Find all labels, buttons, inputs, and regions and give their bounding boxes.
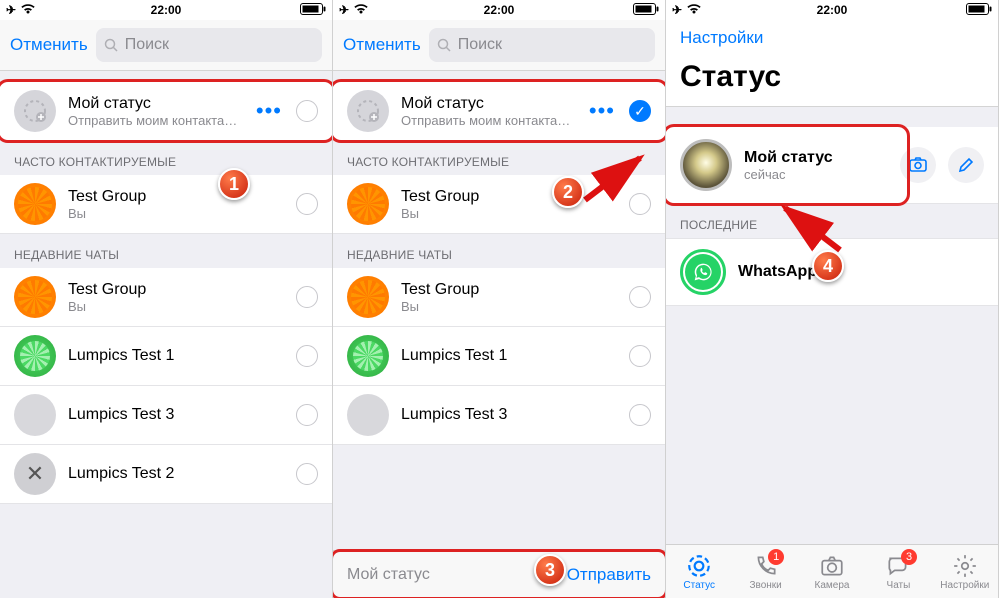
wifi-icon (686, 3, 702, 18)
edit-button[interactable] (948, 147, 984, 183)
panel-share-unselected: ✈ 22:00 Отменить Поиск Мой статус Отправ… (0, 0, 333, 598)
cancel-button[interactable]: Отменить (10, 35, 88, 55)
avatar (14, 394, 56, 436)
footer-label: Мой статус (347, 566, 430, 584)
tab-chats[interactable]: Чаты3 (865, 545, 931, 598)
avatar (14, 335, 56, 377)
select-radio[interactable] (296, 404, 318, 426)
nav-bar: Отменить Поиск (333, 20, 665, 71)
airplane-icon: ✈ (6, 3, 16, 17)
wifi-icon (20, 3, 36, 18)
tab-settings[interactable]: Настройки (932, 545, 998, 598)
airplane-icon: ✈ (672, 3, 682, 17)
cancel-button[interactable]: Отменить (343, 35, 421, 55)
contact-row[interactable]: Lumpics Test 1 (0, 327, 332, 386)
panel-status-screen: ✈ 22:00 Настройки Статус Мой статус сейч… (666, 0, 999, 598)
tab-bar: Статус Звонки1 Камера Чаты3 Настройки (666, 544, 998, 598)
tab-status[interactable]: Статус (666, 545, 732, 598)
status-add-icon (14, 90, 56, 132)
contact-row[interactable]: Lumpics Test 1 (333, 327, 665, 386)
more-icon[interactable]: ••• (589, 98, 615, 124)
contact-row[interactable]: Test GroupВы (333, 268, 665, 327)
section-recent: ПОСЛЕДНИЕ (666, 204, 998, 238)
contact-row[interactable]: Test GroupВы (0, 268, 332, 327)
my-status-subtitle: Отправить моим контактам, кр… (68, 113, 244, 128)
my-status-row[interactable]: Мой статус Отправить моим контактам, кр…… (0, 81, 332, 141)
select-radio[interactable] (296, 100, 318, 122)
status-bar: ✈ 22:00 (666, 0, 998, 20)
avatar (14, 276, 56, 318)
my-status-row[interactable]: Мой статус сейчас (666, 127, 998, 204)
status-bar: ✈ 22:00 (333, 0, 665, 20)
chats-badge: 3 (901, 549, 917, 565)
search-input[interactable]: Поиск (429, 28, 655, 62)
calls-badge: 1 (768, 549, 784, 565)
recent-status-row[interactable]: WhatsApp✓ (666, 238, 998, 306)
avatar (14, 453, 56, 495)
contact-row[interactable]: Lumpics Test 2 (0, 445, 332, 504)
send-button[interactable]: Отправить (567, 565, 651, 585)
wifi-icon (353, 3, 369, 18)
more-icon[interactable]: ••• (256, 98, 282, 124)
contact-row[interactable]: Lumpics Test 3 (333, 386, 665, 445)
battery-icon (966, 3, 992, 18)
contact-row[interactable]: Test GroupВы (0, 175, 332, 234)
whatsapp-avatar (680, 249, 726, 295)
status-time: 22:00 (151, 3, 182, 17)
battery-icon (300, 3, 326, 18)
status-time: 22:00 (817, 3, 848, 17)
section-recent: НЕДАВНИЕ ЧАТЫ (0, 234, 332, 268)
verified-icon: ✓ (821, 264, 837, 280)
my-status-row[interactable]: Мой статусОтправить моим контактам, кр… … (333, 81, 665, 141)
panel-share-selected: ✈ 22:00 Отменить Поиск Мой статусОтправи… (333, 0, 666, 598)
status-bar: ✈ 22:00 (0, 0, 332, 20)
contact-row[interactable]: Lumpics Test 3 (0, 386, 332, 445)
select-radio[interactable] (296, 286, 318, 308)
page-title: Статус (666, 56, 998, 107)
camera-button[interactable] (900, 147, 936, 183)
tab-calls[interactable]: Звонки1 (732, 545, 798, 598)
avatar (14, 183, 56, 225)
nav-bar: Отменить Поиск (0, 20, 332, 71)
status-time: 22:00 (484, 3, 515, 17)
search-input[interactable]: Поиск (96, 28, 322, 62)
select-radio[interactable] (296, 345, 318, 367)
status-add-icon (347, 90, 389, 132)
status-avatar (680, 139, 732, 191)
airplane-icon: ✈ (339, 3, 349, 17)
section-frequent: ЧАСТО КОНТАКТИРУЕМЫЕ (0, 141, 332, 175)
select-radio-checked[interactable]: ✓ (629, 100, 651, 122)
battery-icon (633, 3, 659, 18)
contact-row[interactable]: Test GroupВы (333, 175, 665, 234)
back-button[interactable]: Настройки (666, 20, 998, 56)
tab-camera[interactable]: Камера (799, 545, 865, 598)
select-radio[interactable] (296, 193, 318, 215)
select-radio[interactable] (296, 463, 318, 485)
search-placeholder: Поиск (125, 36, 169, 54)
send-footer: Мой статус Отправить (333, 550, 665, 598)
my-status-title: Мой статус (68, 95, 244, 113)
